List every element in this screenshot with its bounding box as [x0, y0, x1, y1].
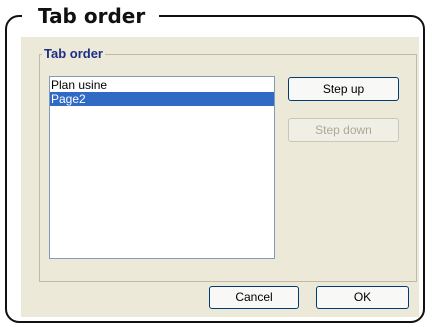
cancel-button[interactable]: Cancel [209, 286, 299, 309]
ok-button[interactable]: OK [316, 286, 409, 309]
step-up-button[interactable]: Step up [288, 77, 399, 101]
tab-order-dialog: Tab order Plan usine Page2 Step up Step … [21, 37, 419, 317]
tab-order-listbox[interactable]: Plan usine Page2 [49, 76, 275, 259]
list-item-selected[interactable]: Page2 [50, 92, 274, 106]
group-legend: Tab order [42, 46, 105, 61]
step-down-button[interactable]: Step down [288, 118, 399, 142]
window-title: Tab order [22, 2, 160, 30]
list-item[interactable]: Plan usine [50, 78, 274, 92]
